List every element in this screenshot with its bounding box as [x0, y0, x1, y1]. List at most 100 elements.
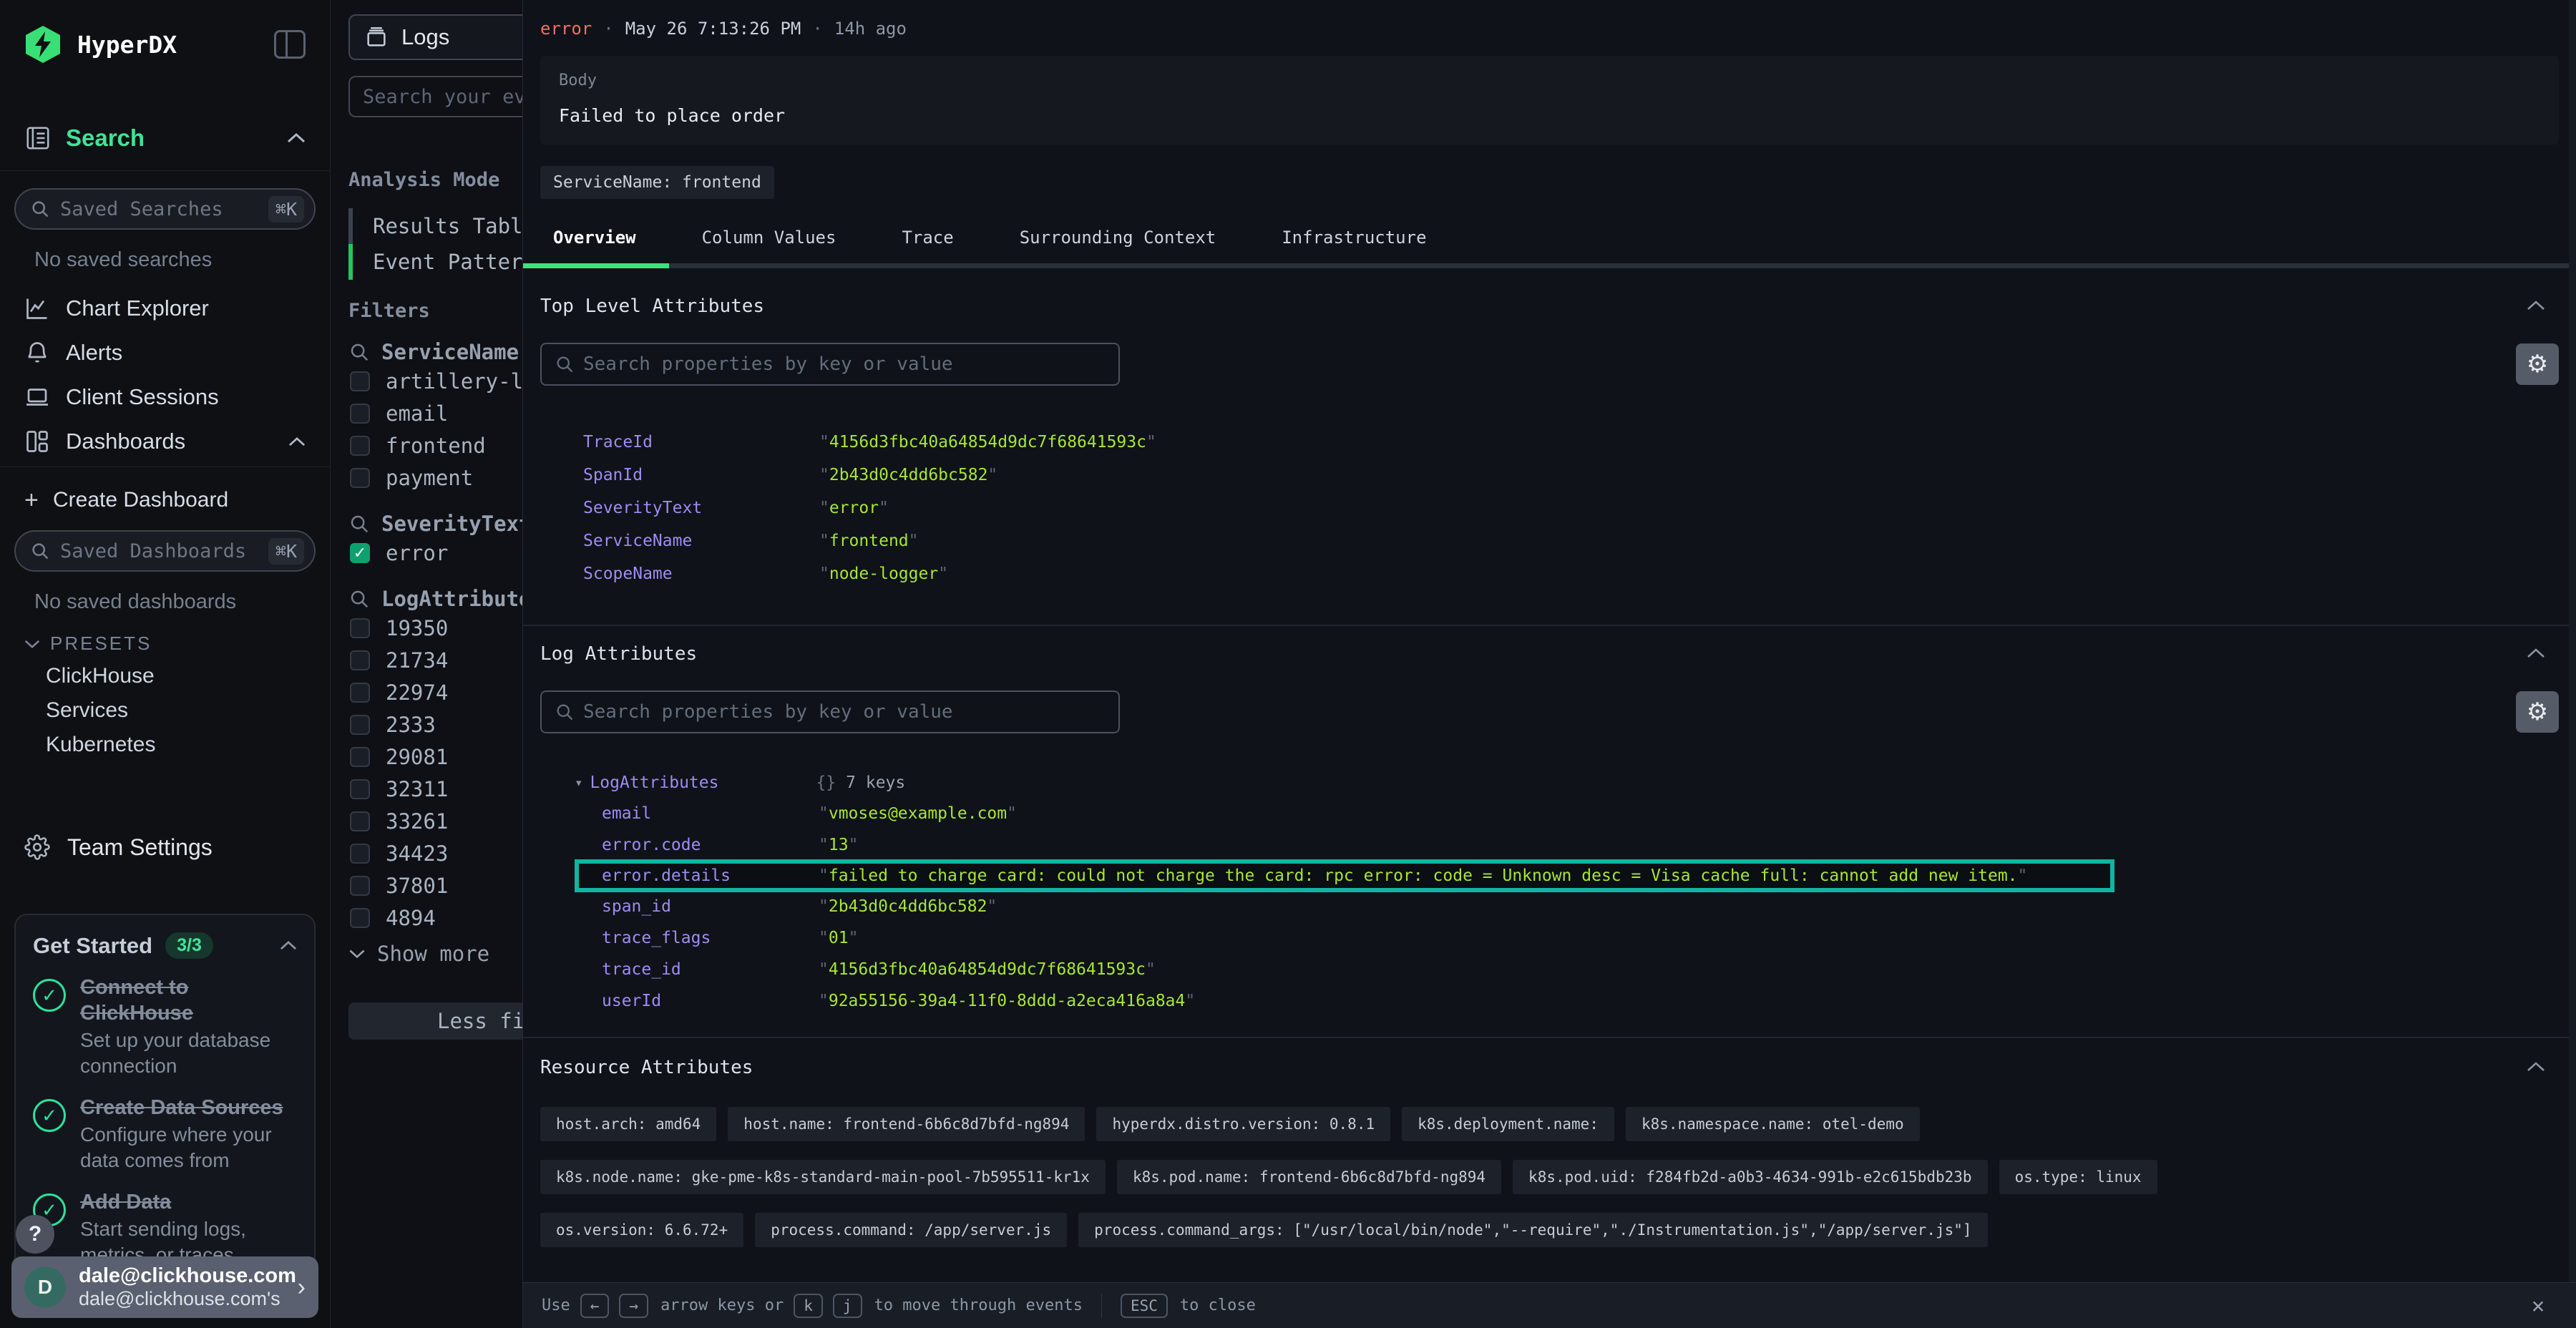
tab-trace[interactable]: Trace: [902, 228, 953, 263]
braces-icon: {}: [816, 773, 836, 792]
resource-chip[interactable]: os.type: linux: [1999, 1160, 2157, 1194]
resource-chip[interactable]: host.name: frontend-6b6c8d7bfd-ng894: [728, 1107, 1085, 1141]
chevron-up-icon[interactable]: [288, 436, 306, 447]
service-name-chip[interactable]: ServiceName: frontend: [540, 166, 774, 199]
search-icon: [348, 341, 370, 363]
checkbox[interactable]: [350, 404, 370, 424]
saved-searches-input[interactable]: Saved Searches ⌘K: [14, 188, 316, 230]
body-panel: Body Failed to place order: [540, 56, 2559, 145]
checkbox-checked[interactable]: [350, 543, 370, 563]
saved-dashboards-input[interactable]: Saved Dashboards ⌘K: [14, 530, 316, 572]
checkbox[interactable]: [350, 618, 370, 638]
resource-chip[interactable]: host.arch: amd64: [540, 1107, 716, 1141]
checkbox[interactable]: [350, 779, 370, 799]
sidebar-item-chart-explorer[interactable]: Chart Explorer: [14, 286, 316, 331]
sidebar-item-client-sessions[interactable]: Client Sessions: [14, 375, 316, 419]
bell-icon: [24, 340, 50, 366]
attribute-row-highlighted[interactable]: error.detailsfailed to charge card: coul…: [575, 859, 2114, 892]
checkbox[interactable]: [350, 468, 370, 488]
sidebar-item-search[interactable]: Search: [0, 125, 330, 171]
close-icon[interactable]: ✕: [2532, 1293, 2545, 1318]
checkbox[interactable]: [350, 371, 370, 391]
sidebar: HyperDX Search Saved Searches ⌘K No save…: [0, 0, 331, 1328]
resource-chip[interactable]: process.command_args: ["/usr/local/bin/n…: [1078, 1213, 1987, 1247]
checkbox[interactable]: [350, 747, 370, 767]
properties-search-input[interactable]: Search properties by key or value: [540, 690, 1120, 733]
get-started-header[interactable]: Get Started 3/3: [33, 932, 297, 959]
sidebar-item-team-settings[interactable]: Team Settings: [14, 826, 316, 868]
attribute-row[interactable]: span_id2b43d0c4dd6bc582: [540, 891, 2559, 922]
tab-overview[interactable]: Overview: [553, 228, 636, 263]
get-started-item[interactable]: ✓ Connect to ClickHouse Set up your data…: [33, 975, 297, 1079]
progress-badge: 3/3: [165, 932, 213, 959]
resource-chip[interactable]: k8s.pod.name: frontend-6b6c8d7bfd-ng894: [1117, 1160, 1501, 1194]
checkbox[interactable]: [350, 811, 370, 831]
user-menu[interactable]: D dale@clickhouse.com dale@clickhouse.co…: [11, 1256, 318, 1318]
attribute-row[interactable]: trace_id4156d3fbc40a64854d9dc7f68641593c: [540, 954, 2559, 985]
resource-chip[interactable]: k8s.namespace.name: otel-demo: [1626, 1107, 1920, 1141]
collapse-section-icon[interactable]: [2526, 1061, 2546, 1073]
gear-icon[interactable]: ⚙: [2516, 691, 2559, 733]
chevron-up-icon[interactable]: [287, 132, 306, 144]
no-saved-searches-text: No saved searches: [34, 248, 316, 272]
sidebar-item-alerts[interactable]: Alerts: [14, 331, 316, 375]
checkbox[interactable]: [350, 436, 370, 456]
sidebar-item-dashboards[interactable]: Dashboards: [14, 419, 316, 464]
event-header: error · May 26 7:13:26 PM · 14h ago: [523, 0, 2576, 39]
attribute-row[interactable]: ServiceNamefrontend: [540, 524, 2559, 557]
plus-icon: +: [24, 487, 53, 514]
tab-column-values[interactable]: Column Values: [702, 228, 836, 263]
attribute-row[interactable]: error.code13: [540, 829, 2559, 861]
attribute-row[interactable]: trace_flags01: [540, 922, 2559, 954]
arrow-right-key: →: [619, 1294, 648, 1318]
log-attributes-tree: ▾ LogAttributes {} 7 keys emailvmoses@ex…: [540, 768, 2559, 1037]
chevron-up-icon[interactable]: [280, 940, 297, 951]
hyperdx-logo-icon: [24, 24, 62, 64]
tree-expanded-icon[interactable]: ▾: [575, 775, 582, 791]
resource-chip[interactable]: os.version: 6.6.72+: [540, 1213, 743, 1247]
resource-chip[interactable]: k8s.deployment.name:: [1402, 1107, 1614, 1141]
collapse-sidebar-icon[interactable]: [274, 30, 306, 59]
attribute-row[interactable]: SeverityTexterror: [540, 492, 2559, 524]
resource-chip[interactable]: k8s.pod.uid: f284fb2d-a0b3-4634-991b-e2c…: [1513, 1160, 1988, 1194]
preset-services[interactable]: Services: [14, 693, 316, 728]
resource-chip[interactable]: hyperdx.distro.version: 0.8.1: [1096, 1107, 1390, 1141]
help-button[interactable]: ?: [16, 1215, 54, 1254]
tree-root-row[interactable]: ▾ LogAttributes {} 7 keys: [540, 768, 2559, 798]
attribute-row[interactable]: SpanId2b43d0c4dd6bc582: [540, 459, 2559, 492]
journal-icon: [24, 125, 52, 152]
checkbox[interactable]: [350, 715, 370, 735]
keyboard-hints-bar: Use ← → arrow keys or k j to move throug…: [523, 1282, 2576, 1328]
top-level-rows: TraceId4156d3fbc40a64854d9dc7f68641593c …: [540, 426, 2559, 625]
gear-icon[interactable]: ⚙: [2516, 343, 2559, 385]
k-key: k: [794, 1294, 823, 1318]
checkbox[interactable]: [350, 683, 370, 703]
tab-infrastructure[interactable]: Infrastructure: [1282, 228, 1426, 263]
resource-chip[interactable]: process.command: /app/server.js: [755, 1213, 1067, 1247]
attribute-row[interactable]: TraceId4156d3fbc40a64854d9dc7f68641593c: [540, 426, 2559, 459]
preset-kubernetes[interactable]: Kubernetes: [14, 728, 316, 762]
attribute-row[interactable]: ScopeNamenode-logger: [540, 557, 2559, 590]
get-started-card: Get Started 3/3 ✓ Connect to ClickHouse …: [14, 914, 316, 1282]
active-tab-indicator: [523, 263, 669, 268]
create-dashboard-button[interactable]: + Create Dashboard: [14, 480, 316, 520]
search-icon: [555, 702, 575, 722]
properties-search-input[interactable]: Search properties by key or value: [540, 343, 1120, 386]
get-started-item[interactable]: ✓ Create Data Sources Configure where yo…: [33, 1095, 297, 1173]
preset-clickhouse[interactable]: ClickHouse: [14, 659, 316, 693]
severity-badge: error: [540, 19, 592, 39]
presets-toggle[interactable]: PRESETS: [24, 633, 316, 655]
checkbox[interactable]: [350, 876, 370, 896]
scrollbar[interactable]: [2569, 0, 2576, 1328]
tab-surrounding-context[interactable]: Surrounding Context: [1020, 228, 1216, 263]
checkbox[interactable]: [350, 908, 370, 928]
checkbox[interactable]: [350, 650, 370, 670]
collapse-section-icon[interactable]: [2526, 648, 2546, 659]
attribute-row[interactable]: userId92a55156-39a4-11f0-8ddd-a2eca416a8…: [540, 985, 2559, 1017]
resource-chip[interactable]: k8s.node.name: gke-pme-k8s-standard-main…: [540, 1160, 1106, 1194]
mode-indicator-active: [348, 244, 353, 280]
checkbox[interactable]: [350, 844, 370, 864]
attribute-row[interactable]: emailvmoses@example.com: [540, 798, 2559, 829]
tab-underline-track: [523, 263, 2576, 268]
collapse-section-icon[interactable]: [2526, 300, 2546, 311]
